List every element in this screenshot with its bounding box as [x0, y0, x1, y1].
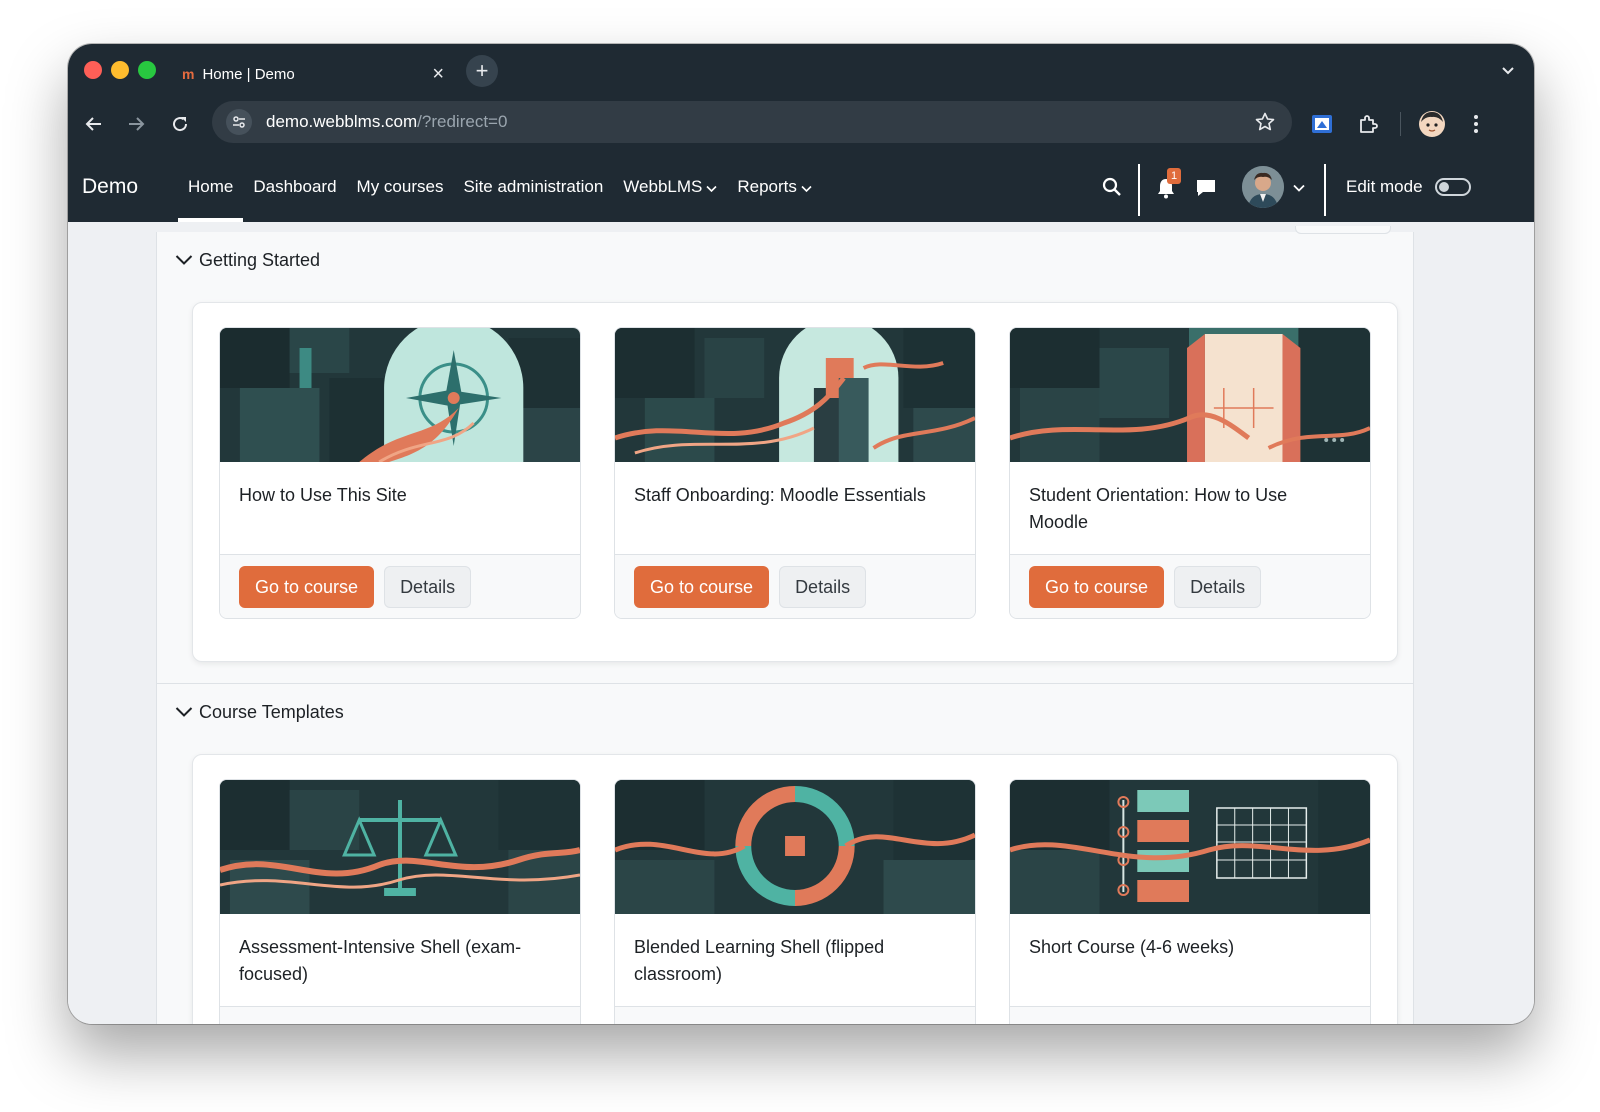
site-navbar: Demo Home Dashboard My courses Site admi… — [68, 152, 1534, 222]
main-region: Getting Started How to Use This Site Go … — [156, 226, 1414, 1024]
maximize-window-button[interactable] — [138, 61, 156, 79]
chevron-down-icon — [175, 250, 193, 271]
nav-my-courses-label: My courses — [356, 177, 444, 196]
browser-menu-icon[interactable] — [1462, 110, 1490, 138]
course-image-scales[interactable] — [220, 780, 580, 914]
chevron-down-icon — [175, 702, 193, 723]
messages-chat-icon[interactable] — [1194, 176, 1218, 200]
course-card-footer: Go to course Details — [615, 555, 975, 618]
address-bar[interactable]: demo.webblms.com /?redirect=0 — [212, 101, 1292, 143]
extensions-puzzle-icon[interactable] — [1354, 110, 1382, 138]
back-arrow-icon[interactable] — [80, 110, 108, 138]
reload-icon[interactable] — [166, 110, 194, 138]
nav-my-courses[interactable]: My courses — [347, 152, 454, 222]
go-to-course-button[interactable]: Go to course — [634, 565, 770, 608]
toggle-knob — [1438, 182, 1449, 192]
course-image-cycle[interactable] — [615, 780, 975, 914]
toolbar-separator — [1400, 112, 1401, 136]
tab-close-icon[interactable]: × — [432, 64, 444, 84]
nav-webblms-label: WebbLMS — [623, 177, 703, 196]
nav-webblms-dropdown[interactable]: WebbLMS — [613, 152, 727, 222]
edit-mode-toggle[interactable] — [1434, 178, 1471, 196]
browser-toolbar: demo.webblms.com /?redirect=0 — [68, 96, 1534, 152]
course-image-calendar[interactable] — [1010, 780, 1370, 914]
nav-reports-label: Reports — [737, 177, 797, 196]
nav-home[interactable]: Home — [178, 152, 244, 222]
details-button[interactable]: Details — [384, 565, 472, 608]
course-list-getting-started: How to Use This Site Go to course Detail… — [192, 302, 1398, 662]
tab-title: Home | Demo — [202, 65, 295, 83]
new-tab-button[interactable]: + — [466, 55, 498, 87]
nav-home-label: Home — [188, 177, 234, 196]
course-title[interactable]: Short Course (4-6 weeks) — [1010, 914, 1370, 1007]
forward-arrow-icon[interactable] — [122, 110, 150, 138]
page-content: Getting Started How to Use This Site Go … — [68, 222, 1534, 1024]
nav-reports-dropdown[interactable]: Reports — [727, 152, 822, 222]
extension-app-icon[interactable] — [1308, 110, 1336, 138]
course-title[interactable]: Student Orientation: How to Use Moodle — [1010, 462, 1370, 555]
navbar-divider — [1138, 164, 1140, 216]
nav-site-administration-label: Site administration — [463, 177, 604, 196]
course-title[interactable]: How to Use This Site — [220, 462, 580, 555]
browser-tab[interactable]: m Home | Demo × — [168, 52, 458, 96]
course-card: Student Orientation: How to Use Moodle G… — [1009, 327, 1371, 619]
nav-dashboard-label: Dashboard — [253, 177, 337, 196]
course-card: Blended Learning Shell (flipped classroo… — [614, 779, 976, 1024]
chevron-down-icon — [706, 153, 717, 223]
course-card-footer: Go to course Details — [220, 555, 580, 618]
bookmark-star-icon[interactable] — [1254, 111, 1276, 138]
edit-mode-label: Edit mode — [1346, 177, 1423, 196]
course-card: How to Use This Site Go to course Detail… — [219, 327, 581, 619]
go-to-course-button[interactable]: Go to course — [239, 565, 375, 608]
tab-strip: m Home | Demo × + — [68, 44, 1534, 96]
nav-dashboard[interactable]: Dashboard — [243, 152, 346, 222]
course-title[interactable]: Staff Onboarding: Moodle Essentials — [615, 462, 975, 555]
course-list-course-templates: Assessment-Intensive Shell (exam-focused… — [192, 754, 1398, 1024]
section-toggle-course-templates[interactable]: Course Templates — [175, 702, 344, 723]
close-window-button[interactable] — [84, 61, 102, 79]
course-image-door[interactable] — [1010, 328, 1370, 462]
section-toggle-getting-started[interactable]: Getting Started — [175, 250, 320, 271]
search-icon[interactable] — [1100, 175, 1124, 199]
user-avatar[interactable] — [1242, 166, 1284, 208]
chevron-down-icon — [801, 153, 812, 223]
details-button[interactable]: Details — [1174, 565, 1262, 608]
minimize-window-button[interactable] — [111, 61, 129, 79]
url-path: /?redirect=0 — [417, 112, 508, 131]
go-to-course-button[interactable]: Go to course — [1029, 565, 1165, 608]
site-settings-icon[interactable] — [226, 109, 252, 135]
course-card-footer — [1010, 1007, 1370, 1024]
course-card-footer — [220, 1007, 580, 1024]
section-title: Getting Started — [199, 250, 321, 270]
moodle-favicon-icon: m — [182, 66, 194, 82]
course-image-tower[interactable] — [615, 328, 975, 462]
course-card-footer: Go to course Details — [1010, 555, 1370, 618]
notification-count-badge: 1 — [1167, 168, 1181, 184]
site-brand[interactable]: Demo — [82, 152, 138, 222]
course-card: Staff Onboarding: Moodle Essentials Go t… — [614, 327, 976, 619]
edit-mode-control[interactable]: Edit mode — [1346, 152, 1471, 222]
course-card: Short Course (4-6 weeks) — [1009, 779, 1371, 1024]
course-title[interactable]: Blended Learning Shell (flipped classroo… — [615, 914, 975, 1007]
profile-avatar-icon[interactable] — [1418, 110, 1446, 138]
details-button[interactable]: Details — [779, 565, 867, 608]
course-title[interactable]: Assessment-Intensive Shell (exam-focused… — [220, 914, 580, 1007]
browser-window: m Home | Demo × + demo.webblms.com /?red… — [68, 44, 1534, 1024]
url-host: demo.webblms.com — [266, 112, 418, 131]
course-card: Assessment-Intensive Shell (exam-focused… — [219, 779, 581, 1024]
section-divider — [157, 683, 1413, 684]
notifications-bell-icon[interactable]: 1 — [1154, 168, 1181, 200]
user-menu-chevron-down-icon[interactable] — [1292, 181, 1306, 195]
course-card-footer — [615, 1007, 975, 1024]
tab-search-chevron-icon[interactable] — [1500, 62, 1516, 83]
primary-navigation: Home Dashboard My courses Site administr… — [178, 152, 822, 222]
section-title: Course Templates — [199, 702, 344, 722]
top-edge-element — [1295, 226, 1391, 234]
navbar-divider — [1324, 164, 1326, 216]
nav-site-administration[interactable]: Site administration — [453, 152, 613, 222]
course-image-compass[interactable] — [220, 328, 580, 462]
